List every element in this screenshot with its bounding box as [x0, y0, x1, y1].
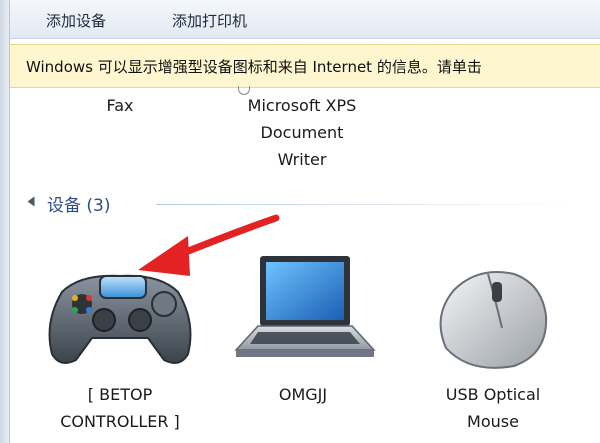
annotation-arrowhead: [138, 236, 190, 276]
red-annotation-arrow: [138, 214, 280, 276]
annotation-arrow-shaft: [172, 214, 280, 260]
